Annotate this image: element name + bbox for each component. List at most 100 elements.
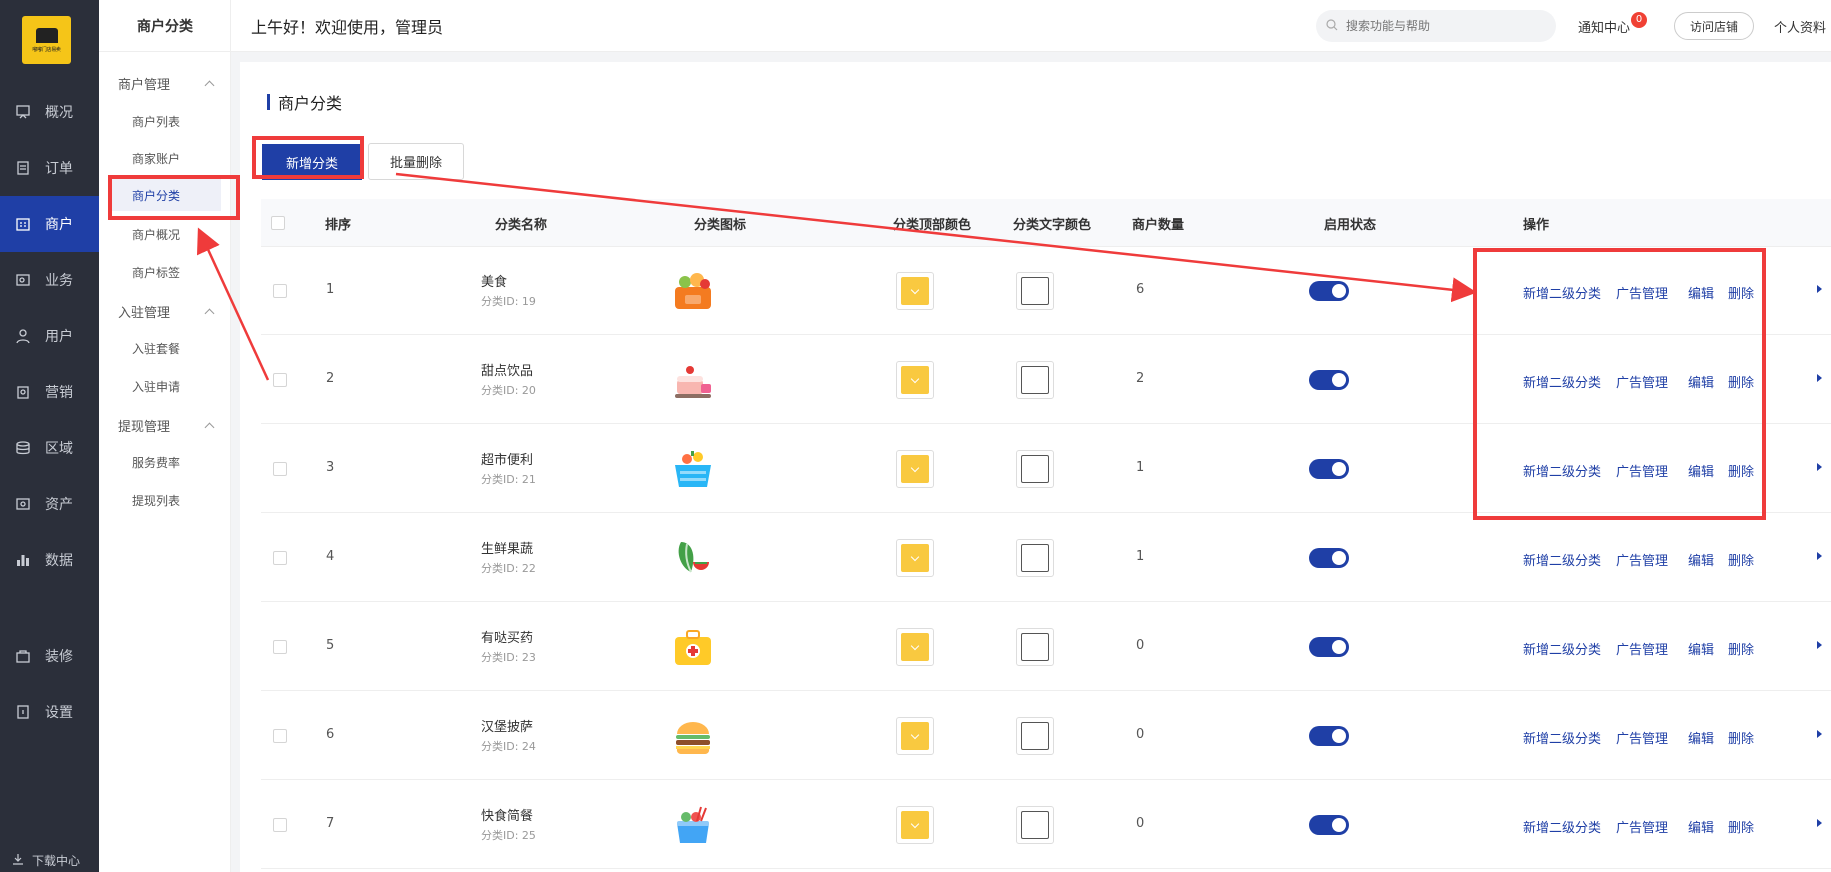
- category-name: 超市便利: [481, 453, 534, 468]
- add-subcategory-link[interactable]: 新增二级分类: [1523, 550, 1601, 569]
- edit-link[interactable]: 编辑: [1688, 550, 1714, 569]
- sub-item-3-1[interactable]: 服务费率: [132, 454, 180, 471]
- visit-store-button[interactable]: 访问店铺: [1674, 12, 1754, 40]
- text-color-picker[interactable]: [1016, 539, 1054, 577]
- top-color-picker[interactable]: [896, 806, 934, 844]
- top-color-picker[interactable]: [896, 717, 934, 755]
- add-subcategory-link[interactable]: 新增二级分类: [1523, 283, 1601, 302]
- text-color-picker[interactable]: [1016, 806, 1054, 844]
- nav-item-8[interactable]: 资产: [0, 476, 99, 532]
- text-color-picker[interactable]: [1016, 450, 1054, 488]
- nav-item-7[interactable]: 区域: [0, 420, 99, 476]
- status-toggle[interactable]: [1309, 726, 1349, 746]
- download-center-link[interactable]: 下载中心: [12, 852, 80, 869]
- edit-link[interactable]: 编辑: [1688, 283, 1714, 302]
- sub-item-1-3[interactable]: 商户分类: [109, 179, 221, 211]
- delete-link[interactable]: 删除: [1728, 639, 1754, 658]
- edit-link[interactable]: 编辑: [1688, 461, 1714, 480]
- row-checkbox[interactable]: [273, 551, 287, 565]
- sub-group-3[interactable]: 提现管理: [118, 416, 215, 435]
- add-subcategory-link[interactable]: 新增二级分类: [1523, 817, 1601, 836]
- row-checkbox[interactable]: [273, 462, 287, 476]
- text-color-picker[interactable]: [1016, 361, 1054, 399]
- sub-item-1-4[interactable]: 商户概况: [132, 226, 180, 243]
- top-color-swatch: [901, 366, 929, 394]
- sub-item-2-1[interactable]: 入驻套餐: [132, 340, 180, 357]
- top-color-picker[interactable]: [896, 361, 934, 399]
- ad-manage-link[interactable]: 广告管理: [1616, 639, 1668, 658]
- nav-item-label: 业务: [45, 273, 73, 289]
- status-toggle[interactable]: [1309, 637, 1349, 657]
- delete-link[interactable]: 删除: [1728, 283, 1754, 302]
- delete-link[interactable]: 删除: [1728, 461, 1754, 480]
- row-checkbox[interactable]: [273, 373, 287, 387]
- edit-link[interactable]: 编辑: [1688, 639, 1714, 658]
- nav-item-9[interactable]: 数据: [0, 532, 99, 588]
- row-checkbox[interactable]: [273, 640, 287, 654]
- top-color-picker[interactable]: [896, 272, 934, 310]
- add-subcategory-link[interactable]: 新增二级分类: [1523, 639, 1601, 658]
- sub-item-3-2[interactable]: 提现列表: [132, 492, 180, 509]
- sub-item-2-2[interactable]: 入驻申请: [132, 378, 180, 395]
- edit-link[interactable]: 编辑: [1688, 817, 1714, 836]
- nav-item-2[interactable]: 订单: [0, 140, 99, 196]
- text-color-picker[interactable]: [1016, 272, 1054, 310]
- ad-manage-link[interactable]: 广告管理: [1616, 550, 1668, 569]
- caret-right-icon[interactable]: [1817, 552, 1822, 560]
- ad-manage-link[interactable]: 广告管理: [1616, 283, 1668, 302]
- text-color-picker[interactable]: [1016, 717, 1054, 755]
- status-toggle[interactable]: [1309, 281, 1349, 301]
- row-checkbox[interactable]: [273, 818, 287, 832]
- caret-right-icon[interactable]: [1817, 374, 1822, 382]
- sub-item-1-5[interactable]: 商户标签: [132, 264, 180, 281]
- notification-center-link[interactable]: 通知中心: [1578, 17, 1630, 36]
- delete-link[interactable]: 删除: [1728, 728, 1754, 747]
- text-color-picker[interactable]: [1016, 628, 1054, 666]
- edit-link[interactable]: 编辑: [1688, 372, 1714, 391]
- profile-link[interactable]: 个人资料: [1774, 17, 1826, 36]
- nav-item-5[interactable]: 用户: [0, 308, 99, 364]
- sub-item-1-1[interactable]: 商户列表: [132, 113, 180, 130]
- ad-manage-link[interactable]: 广告管理: [1616, 728, 1668, 747]
- bulk-delete-button[interactable]: 批量删除: [368, 143, 464, 180]
- add-subcategory-link[interactable]: 新增二级分类: [1523, 372, 1601, 391]
- nav-item-6[interactable]: 营销: [0, 364, 99, 420]
- status-toggle[interactable]: [1309, 815, 1349, 835]
- add-subcategory-link[interactable]: 新增二级分类: [1523, 728, 1601, 747]
- toggle-knob: [1332, 729, 1346, 743]
- status-toggle[interactable]: [1309, 548, 1349, 568]
- caret-right-icon[interactable]: [1817, 463, 1822, 471]
- search-input[interactable]: [1316, 10, 1556, 42]
- caret-right-icon[interactable]: [1817, 285, 1822, 293]
- delete-link[interactable]: 删除: [1728, 550, 1754, 569]
- caret-right-icon[interactable]: [1817, 730, 1822, 738]
- nav-item-11[interactable]: 设置: [0, 684, 99, 740]
- ad-manage-link[interactable]: 广告管理: [1616, 372, 1668, 391]
- row-checkbox[interactable]: [273, 729, 287, 743]
- status-toggle[interactable]: [1309, 370, 1349, 390]
- top-color-picker[interactable]: [896, 539, 934, 577]
- app-logo[interactable]: 嘟嘟门店易卖: [22, 16, 71, 64]
- ad-manage-link[interactable]: 广告管理: [1616, 817, 1668, 836]
- select-all-checkbox[interactable]: [271, 216, 285, 230]
- add-category-button[interactable]: 新增分类: [262, 144, 362, 180]
- edit-link[interactable]: 编辑: [1688, 728, 1714, 747]
- top-color-picker[interactable]: [896, 450, 934, 488]
- delete-link[interactable]: 删除: [1728, 372, 1754, 391]
- ad-manage-link[interactable]: 广告管理: [1616, 461, 1668, 480]
- nav-item-3[interactable]: 商户: [0, 196, 99, 252]
- caret-right-icon[interactable]: [1817, 819, 1822, 827]
- nav-item-1[interactable]: 概况: [0, 84, 99, 140]
- sub-group-2[interactable]: 入驻管理: [118, 302, 215, 321]
- top-color-picker[interactable]: [896, 628, 934, 666]
- delete-link[interactable]: 删除: [1728, 817, 1754, 836]
- sub-group-1[interactable]: 商户管理: [118, 74, 215, 93]
- add-subcategory-link[interactable]: 新增二级分类: [1523, 461, 1601, 480]
- sub-item-1-2[interactable]: 商家账户: [132, 150, 180, 167]
- row-checkbox[interactable]: [273, 284, 287, 298]
- nav-item-10[interactable]: 装修: [0, 628, 99, 684]
- top-color-swatch: [901, 277, 929, 305]
- caret-right-icon[interactable]: [1817, 641, 1822, 649]
- status-toggle[interactable]: [1309, 459, 1349, 479]
- nav-item-4[interactable]: 业务: [0, 252, 99, 308]
